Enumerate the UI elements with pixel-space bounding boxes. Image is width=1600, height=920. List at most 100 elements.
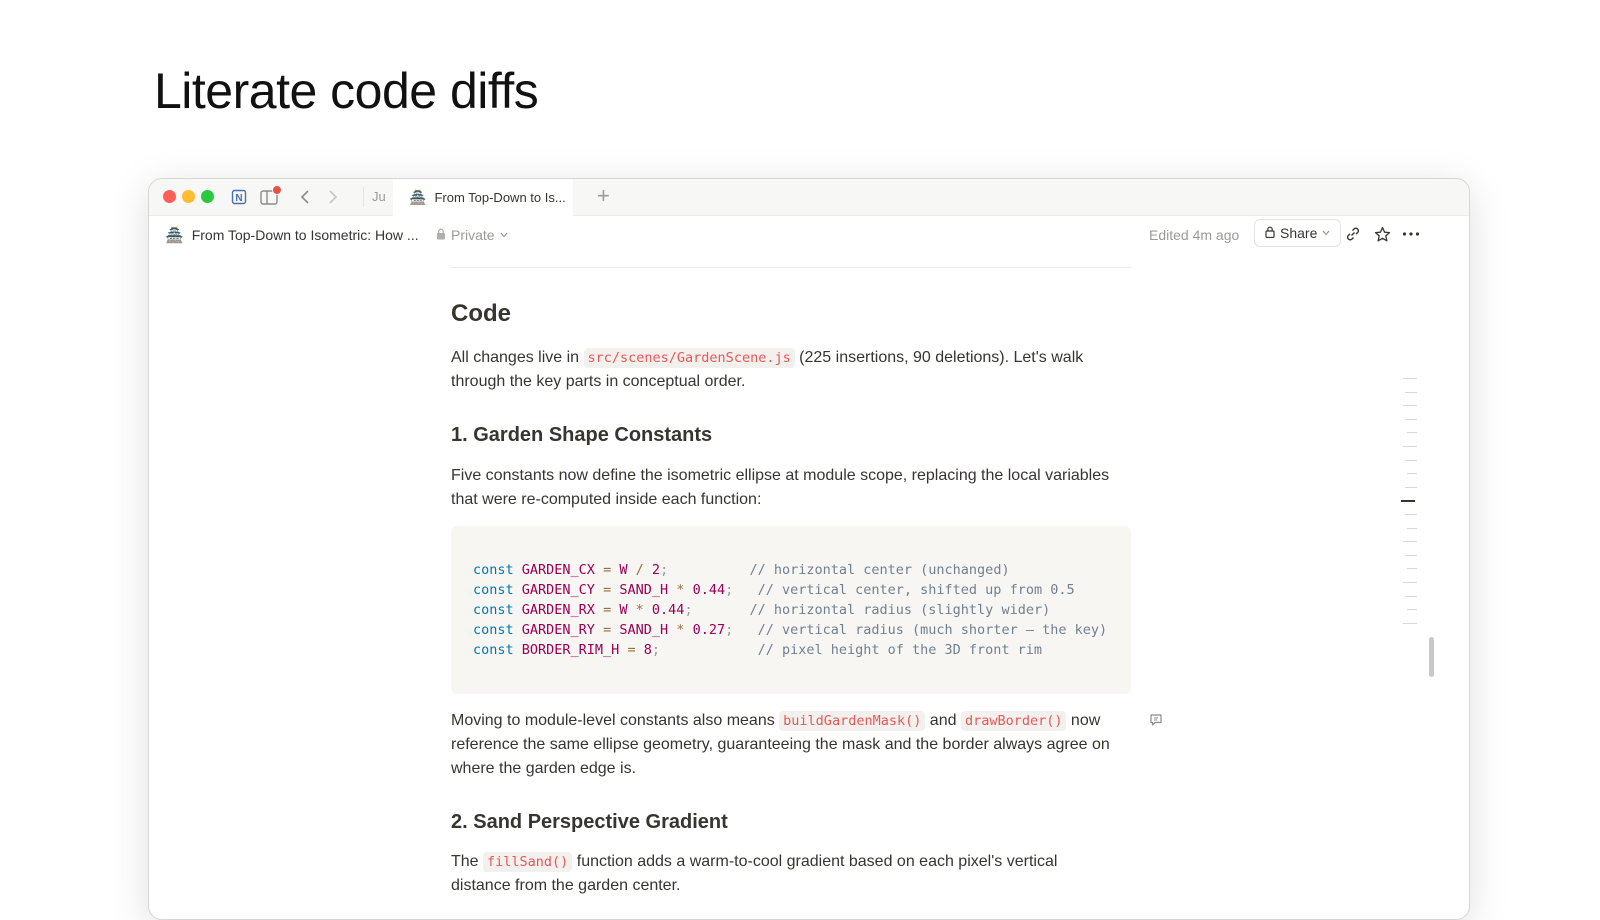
code-comment: // horizontal center (unchanged) [749, 562, 1010, 578]
star-icon[interactable] [1371, 223, 1393, 245]
code-operator: = [603, 622, 612, 638]
code-operand: SAND_H [619, 622, 669, 638]
code-line: const GARDEN_CX = W / 2; // horizontal c… [473, 560, 1131, 580]
maximize-window-button[interactable] [201, 190, 214, 203]
toc-mark[interactable] [1407, 473, 1417, 475]
heading-section-1: 1. Garden Shape Constants [451, 424, 713, 446]
page-emoji-icon: 🏯 [409, 189, 427, 205]
toc-mark[interactable] [1407, 609, 1417, 611]
heading-code: Code [451, 300, 511, 327]
code-number: 0.27 [692, 622, 726, 638]
scrollbar-thumb[interactable] [1429, 637, 1434, 677]
code-identifier: GARDEN_RY [521, 622, 595, 638]
close-window-button[interactable] [163, 190, 176, 203]
toc-mark[interactable] [1403, 446, 1417, 447]
toc-mark-active[interactable] [1401, 500, 1415, 503]
toc-mark[interactable] [1407, 527, 1417, 529]
breadcrumb[interactable]: 🏯 From Top-Down to Isometric: How ... [165, 226, 419, 244]
code-keyword: const [473, 582, 514, 598]
toc-mark[interactable] [1405, 459, 1417, 461]
share-button[interactable]: Share [1254, 219, 1342, 247]
code-comment: // vertical center, shifted up from 0.5 [757, 582, 1075, 598]
chevron-down-icon [1322, 228, 1330, 238]
code-line: const GARDEN_RY = SAND_H * 0.27; // vert… [473, 620, 1131, 640]
code-comment: // vertical radius (much shorter — the k… [757, 622, 1108, 638]
code-identifier: GARDEN_CX [521, 562, 595, 578]
code-keyword: const [473, 562, 514, 578]
forward-arrow-icon[interactable] [323, 187, 343, 207]
page-top-bar: 🏯 From Top-Down to Isometric: How ... Pr… [149, 216, 1469, 256]
notion-app-icon[interactable]: N [229, 187, 249, 207]
code-operator: = [603, 602, 612, 618]
toc-mark[interactable] [1403, 405, 1417, 407]
title-bar: N Ju 🏯 From Top-Down to Is... + [149, 179, 1469, 216]
svg-text:N: N [235, 193, 242, 204]
link-icon[interactable] [1342, 223, 1364, 245]
code-keyword: const [473, 602, 514, 618]
code-comment: // horizontal radius (slightly wider) [749, 602, 1051, 618]
toc-mark[interactable] [1405, 486, 1417, 488]
breadcrumb-title: From Top-Down to Isometric: How ... [191, 227, 419, 243]
code-identifier: BORDER_RIM_H [521, 642, 620, 658]
toc-mark[interactable] [1403, 622, 1417, 624]
tab-inactive[interactable]: Ju [363, 187, 386, 207]
heading-section-2: 2. Sand Perspective Gradient [451, 811, 728, 833]
slide-title: Literate code diffs [154, 63, 539, 119]
inline-code: src/scenes/GardenScene.js [583, 348, 795, 368]
lock-icon [436, 228, 446, 243]
toc-mark[interactable] [1403, 541, 1417, 543]
chevron-down-icon [500, 230, 508, 240]
code-line: const GARDEN_CY = SAND_H * 0.44; // vert… [473, 580, 1131, 600]
section-2-description: The fillSand() function adds a warm-to-c… [451, 852, 1058, 894]
code-identifier: GARDEN_CY [521, 582, 595, 598]
section-1-description: Five constants now define the isometric … [451, 467, 1110, 508]
tab-label: From Top-Down to Is... [434, 190, 566, 205]
code-keyword: const [473, 622, 514, 638]
back-arrow-icon[interactable] [295, 187, 315, 207]
code-block[interactable]: const GARDEN_CX = W / 2; // horizontal c… [451, 526, 1131, 694]
code-punctuation: ; [725, 622, 734, 638]
code-number: 2 [651, 562, 661, 578]
page-emoji-icon: 🏯 [165, 227, 184, 244]
code-punctuation: ; [660, 562, 669, 578]
code-operator: * [676, 622, 685, 638]
code-operator: = [627, 642, 636, 658]
code-operator: * [635, 602, 644, 618]
comment-icon[interactable] [1149, 713, 1163, 732]
code-operand: W [619, 602, 628, 618]
toc-mark[interactable] [1405, 418, 1417, 420]
toc-mark[interactable] [1407, 568, 1417, 570]
code-punctuation: ; [684, 602, 693, 618]
tab-active[interactable]: 🏯 From Top-Down to Is... [393, 179, 573, 216]
inline-code: fillSand() [483, 852, 573, 872]
edited-timestamp: Edited 4m ago [1149, 227, 1240, 243]
code-operator: * [676, 582, 685, 598]
lock-icon [1265, 226, 1275, 241]
code-line: const GARDEN_RX = W * 0.44; // horizonta… [473, 600, 1131, 620]
toc-mark[interactable] [1405, 391, 1417, 393]
toc-mark[interactable] [1405, 514, 1417, 515]
code-number: 0.44 [692, 582, 726, 598]
toc-mark[interactable] [1403, 582, 1417, 583]
toc-mark[interactable] [1407, 432, 1417, 434]
code-identifier: GARDEN_RX [521, 602, 595, 618]
notification-dot [272, 185, 282, 195]
intro-paragraph: All changes live in src/scenes/GardenSce… [451, 348, 1084, 390]
privacy-selector[interactable]: Private [436, 227, 508, 243]
code-line: const BORDER_RIM_H = 8; // pixel height … [473, 640, 1131, 660]
inline-code: drawBorder() [960, 711, 1067, 731]
toc-mark[interactable] [1405, 554, 1417, 556]
divider [451, 267, 1131, 268]
more-icon[interactable] [1400, 223, 1422, 245]
minimize-window-button[interactable] [182, 190, 195, 203]
code-keyword: const [473, 642, 514, 658]
code-punctuation: ; [651, 642, 661, 658]
toc-mark[interactable] [1403, 378, 1417, 379]
new-tab-button[interactable]: + [597, 185, 610, 207]
share-label: Share [1280, 225, 1318, 241]
code-number: 0.44 [651, 602, 685, 618]
followup-paragraph: Moving to module-level constants also me… [451, 711, 1110, 777]
sidebar-toggle-icon[interactable] [259, 185, 282, 207]
code-operator: = [603, 562, 612, 578]
toc-mark[interactable] [1405, 595, 1417, 597]
